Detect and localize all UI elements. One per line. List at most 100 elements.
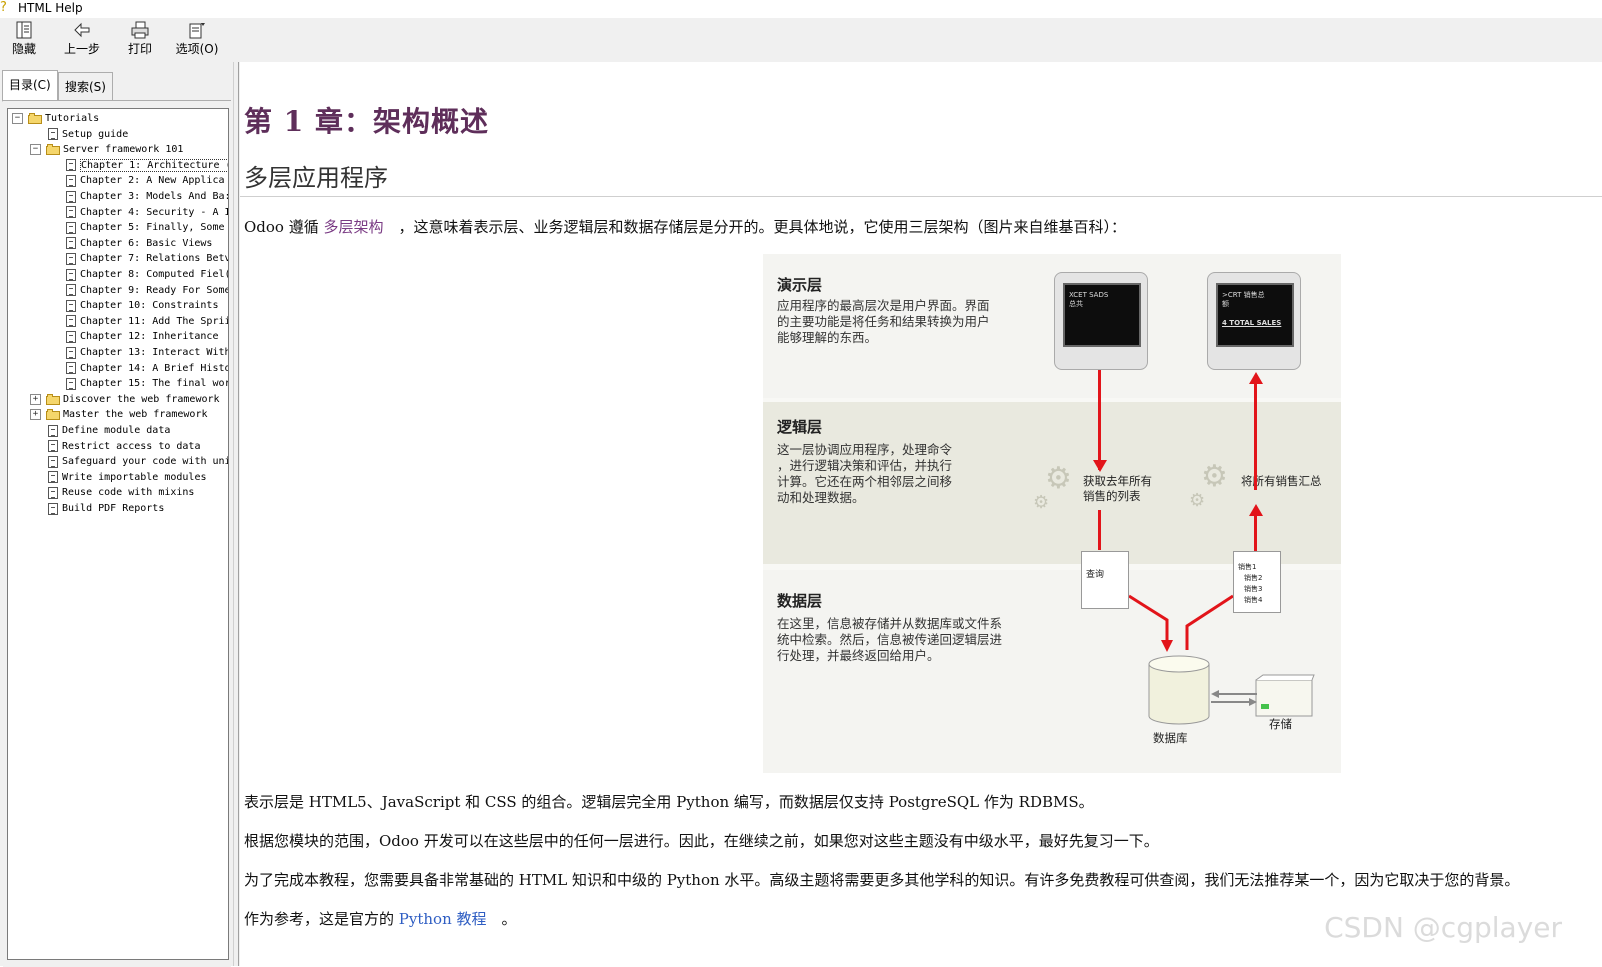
page-icon [66, 221, 76, 234]
collapse-icon[interactable]: − [12, 113, 23, 124]
arrow-down-line [1098, 370, 1101, 470]
section-title: 多层应用程序 [244, 164, 388, 192]
paragraph-intro: Odoo 遵循 多层架构 ，这意味着表示层、业务逻辑层和数据存储层是分开的。更具… [244, 218, 1127, 236]
tab-contents[interactable]: 目录(C) [2, 70, 58, 102]
toc-item[interactable]: Chapter 2: A New Applica [66, 173, 225, 189]
presentation-desc: 应用程序的最高层次是用户界面。界面 的主要功能是将任务和结果转换为用户 能够理解… [777, 298, 990, 345]
toc-item[interactable]: Chapter 10: Constraints [66, 298, 218, 314]
collapse-icon[interactable]: − [30, 144, 41, 156]
content-pane[interactable]: 第 1 章：架构概述 多层应用程序 Odoo 遵循 多层架构 ，这意味着表示层、… [240, 62, 1602, 966]
page-icon [66, 190, 76, 203]
toc-item-label: Chapter 12: Inheritance [80, 331, 219, 343]
page-icon [48, 424, 58, 437]
page-icon [66, 362, 76, 375]
toc-item[interactable]: Setup guide [48, 127, 128, 143]
toc-item[interactable]: − Server framework 101 [30, 142, 183, 158]
page-icon [48, 455, 58, 468]
toc-item[interactable]: Chapter 13: Interact With [66, 345, 229, 361]
expand-icon[interactable]: + [30, 393, 41, 405]
toc-item[interactable]: Chapter 3: Models And Ba: [66, 189, 228, 205]
toc-tree[interactable]: − Tutorials Setup guide − Server framework 1… [7, 108, 229, 960]
toc-item-label: Write importable modules [62, 471, 207, 483]
toc-item[interactable]: Chapter 12: Inheritance [66, 329, 218, 345]
page-icon [48, 486, 58, 499]
toc-item-label: Chapter 8: Computed Fiel( [80, 269, 229, 280]
toc-item-label: Setup guide [62, 128, 129, 140]
pane-splitter[interactable] [233, 62, 239, 966]
toc-item-label: Tutorials [45, 113, 100, 124]
expand-icon[interactable]: + [30, 409, 41, 421]
print-button[interactable]: 打印 [124, 20, 156, 60]
page-icon [66, 315, 76, 328]
toc-item[interactable]: Reuse code with mixins [48, 485, 194, 501]
toc-item-label: Restrict access to data [62, 440, 201, 452]
page-icon [66, 299, 76, 312]
chapter-title: 第 1 章：架构概述 [244, 105, 489, 138]
printer-icon [124, 20, 156, 42]
tab-panel: − Tutorials Setup guide − Server framework 1… [3, 100, 231, 967]
toc-item-label: Define module data [62, 425, 171, 436]
arrow-head-icon [1249, 372, 1263, 384]
gear-label-fetch: 获取去年所有 销售的列表 [1083, 474, 1152, 503]
toc-item[interactable]: Write importable modules [48, 470, 207, 486]
toc-item-label: Chapter 13: Interact With [80, 347, 229, 358]
help-app-icon: ? [0, 0, 7, 15]
hide-button[interactable]: 隐藏 [8, 20, 40, 60]
toc-item[interactable]: Chapter 14: A Brief Histo [66, 361, 228, 377]
toc-item[interactable]: Chapter 7: Relations Betv [66, 251, 229, 267]
page-icon [66, 346, 76, 359]
gear-icon: ⚙ [1033, 492, 1050, 513]
toc-item[interactable]: Restrict access to data [48, 439, 200, 455]
paragraph-scope: 根据您模块的范围，Odoo 开发可以在这些层中的任何一层进行。因此，在继续之前，… [244, 832, 1159, 850]
toc-item[interactable]: Chapter 15: The final wor [66, 376, 228, 392]
watermark: CSDN @cgplayer [1324, 911, 1562, 944]
window-title: HTML Help [18, 1, 83, 15]
toc-item-label: Chapter 6: Basic Views [80, 237, 213, 249]
toc-item-label: Chapter 2: A New Applica [80, 175, 225, 187]
toc-item[interactable]: Chapter 1: Architecture ( [66, 158, 228, 174]
sales-document-icon: 销售1 销售2 销售3 销售4 [1233, 551, 1281, 613]
toc-item[interactable]: + Master the web framework [30, 407, 208, 423]
toc-item[interactable]: + Discover the web framework [30, 392, 220, 408]
folder-icon [46, 409, 60, 421]
logic-desc: 这一层协调应用程序，处理命令 ，进行逻辑决策和评估，并执行 计算。它还在两个相邻… [777, 442, 953, 505]
toolbar: 隐藏 上一步 打印 选项(O) [0, 18, 1602, 62]
page-icon [48, 471, 58, 484]
database-icon [1147, 654, 1211, 730]
arrow-head-icon [1249, 504, 1263, 516]
back-button[interactable]: 上一步 [62, 20, 102, 60]
toc-item-label: Master the web framework [63, 409, 208, 421]
toc-item[interactable]: Chapter 4: Security - A I [66, 205, 228, 221]
toc-item[interactable]: − Tutorials [12, 111, 99, 127]
toc-item-label: Chapter 1: Architecture ( [80, 158, 228, 172]
page-icon [48, 502, 58, 515]
toc-item[interactable]: Chapter 6: Basic Views [66, 236, 212, 252]
options-icon [174, 20, 220, 42]
monitor-icon: XCET SADS 总共 [1054, 272, 1148, 370]
toc-item-label: Safeguard your code with uni [62, 456, 229, 468]
arrow-head-icon [1093, 460, 1107, 472]
toc-item[interactable]: Safeguard your code with uni [48, 454, 229, 470]
gear-icon: ⚙ [1189, 490, 1206, 511]
toc-item-label: Build PDF Reports [62, 503, 165, 514]
toc-item-label: Chapter 10: Constraints [80, 300, 219, 312]
storage-icon [1255, 674, 1315, 722]
tab-search[interactable]: 搜索(S) [58, 72, 113, 102]
nav-tabs: 目录(C) 搜索(S) [0, 70, 240, 102]
multitier-link[interactable]: 多层架构 [324, 218, 384, 236]
page-icon [48, 440, 58, 453]
python-tutorial-link[interactable]: Python 教程 [399, 910, 487, 928]
folder-icon [46, 144, 60, 156]
paragraph-prereq: 为了完成本教程，您需要具备非常基础的 HTML 知识和中级的 Python 水平… [244, 871, 1520, 889]
toc-item-label: Chapter 7: Relations Betv [80, 253, 229, 265]
toc-item[interactable]: Define module data [48, 423, 170, 439]
toc-item-label: Chapter 11: Add The Sprii [80, 315, 229, 327]
toc-item[interactable]: Chapter 8: Computed Fiel( [66, 267, 229, 283]
options-button[interactable]: 选项(O) [174, 20, 220, 60]
toc-item[interactable]: Chapter 11: Add The Sprii [66, 314, 229, 330]
toc-item[interactable]: Chapter 9: Ready For Some [66, 283, 228, 299]
toc-item[interactable]: Chapter 5: Finally, Some [66, 220, 225, 236]
page-icon [66, 284, 76, 297]
navigation-pane: 目录(C) 搜索(S) − Tutorials Setup guide − Server… [0, 62, 240, 967]
toc-item[interactable]: Build PDF Reports [48, 501, 164, 517]
